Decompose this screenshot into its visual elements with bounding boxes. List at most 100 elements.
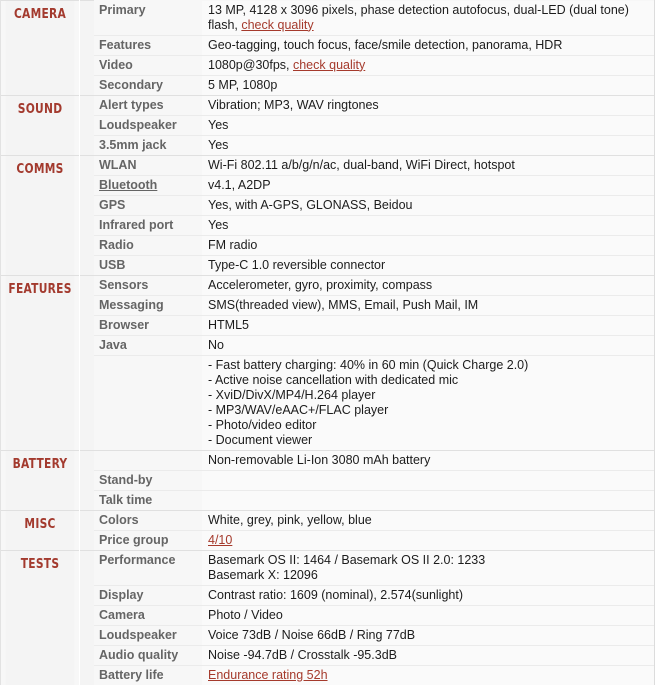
spec-value-link[interactable]: 4/10: [208, 533, 232, 547]
table-row: TESTS Performance Basemark OS II: 1464 / B…: [1, 549, 654, 685]
category-gutter: [79, 94, 94, 155]
spec-value: [202, 469, 654, 490]
spec-value-text: Yes: [208, 117, 229, 132]
table-row: Secondary 5 MP, 1080p: [1, 74, 654, 95]
category-gutter: [79, 154, 94, 275]
spec-value: [202, 489, 654, 510]
spec-value-text: Yes, with A-GPS, GLONASS, Beidou: [208, 197, 413, 212]
spec-name: Audio quality: [94, 644, 202, 665]
spec-name: Colors: [94, 509, 202, 530]
table-row: CAMERA Primary 13 MP, 4128 x 3096 pixels, …: [1, 0, 654, 95]
spec-value: v4.1, A2DP: [202, 174, 654, 195]
spec-value-empty: [208, 473, 211, 487]
table-row: Display Contrast ratio: 1609 (nominal), 2…: [1, 584, 654, 605]
spec-value-link[interactable]: Endurance rating 52h: [208, 668, 328, 682]
table-row: Price group 4/10: [1, 529, 654, 550]
spec-sheet: CAMERA Primary 13 MP, 4128 x 3096 pixels, …: [0, 0, 655, 685]
spec-name: Performance: [94, 549, 202, 585]
table-row: Loudspeaker Voice 73dB / Noise 66dB / Rin…: [1, 624, 654, 645]
spec-value-link[interactable]: check quality: [293, 58, 365, 72]
spec-value: Voice 73dB / Noise 66dB / Ring 77dB: [202, 624, 654, 645]
spec-name: Secondary: [94, 74, 202, 95]
spec-name: Java: [94, 334, 202, 355]
category-gutter: [79, 549, 94, 685]
spec-name: GPS: [94, 194, 202, 215]
spec-name-link[interactable]: Bluetooth: [99, 178, 157, 192]
spec-name: Messaging: [94, 294, 202, 315]
category-label-misc: MISC: [5, 509, 76, 550]
spec-value: FM radio: [202, 234, 654, 255]
table-row: GPS Yes, with A-GPS, GLONASS, Beidou: [1, 194, 654, 215]
table-row: COMMS WLAN Wi-Fi 802.11 a/b/g/n/ac, dual-b…: [1, 154, 654, 275]
spec-name: Price group: [94, 529, 202, 550]
spec-name: 3.5mm jack: [94, 134, 202, 155]
spec-value-link[interactable]: check quality: [241, 18, 313, 32]
spec-name: [94, 449, 202, 470]
table-row: MISC Colors White, grey, pink, yellow, blu…: [1, 509, 654, 550]
spec-value-text: Type-C 1.0 reversible connector: [208, 257, 386, 272]
spec-value: 1080p@30fps, check quality: [202, 54, 654, 75]
spec-value-text: Noise -94.7dB / Crosstalk -95.3dB: [208, 647, 397, 662]
table-row: BATTERY Non-removable Li-Ion 3080 mAh bat…: [1, 449, 654, 510]
spec-value: Yes, with A-GPS, GLONASS, Beidou: [202, 194, 654, 215]
spec-value: SMS(threaded view), MMS, Email, Push Mai…: [202, 294, 654, 315]
table-row: Messaging SMS(threaded view), MMS, Email,…: [1, 294, 654, 315]
table-row: USB Type-C 1.0 reversible connector: [1, 254, 654, 275]
spec-value-text: FM radio: [208, 237, 258, 252]
spec-value-text: Vibration; MP3, WAV ringtones: [208, 97, 379, 112]
spec-name: Loudspeaker: [94, 114, 202, 135]
spec-name: Features: [94, 34, 202, 55]
table-row: Camera Photo / Video: [1, 604, 654, 625]
spec-name: Sensors: [94, 274, 202, 295]
spec-name: Battery life: [94, 664, 202, 685]
spec-value: 5 MP, 1080p: [202, 74, 654, 95]
table-row: Audio quality Noise -94.7dB / Crosstalk -…: [1, 644, 654, 665]
category-label-comms: COMMS: [5, 154, 76, 275]
table-row: SOUND Alert types Vibration; MP3, WAV ring…: [1, 94, 654, 155]
spec-value-empty: [208, 493, 211, 507]
spec-name: [94, 354, 202, 450]
specifications-table: CAMERA Primary 13 MP, 4128 x 3096 pixels, …: [1, 0, 654, 685]
category-label-camera: CAMERA: [5, 0, 76, 95]
spec-value: Contrast ratio: 1609 (nominal), 2.574(su…: [202, 584, 654, 605]
spec-value-text: 1080p@30fps,: [208, 57, 293, 72]
spec-value-text: Accelerometer, gyro, proximity, compass: [208, 277, 433, 292]
table-row: Loudspeaker Yes: [1, 114, 654, 135]
spec-name: Display: [94, 584, 202, 605]
spec-name: WLAN: [94, 154, 202, 175]
spec-name[interactable]: Bluetooth: [94, 174, 202, 195]
spec-name: Stand-by: [94, 469, 202, 490]
spec-value-text: 5 MP, 1080p: [208, 77, 278, 92]
spec-value: 13 MP, 4128 x 3096 pixels, phase detecti…: [202, 0, 654, 35]
spec-name: Primary: [94, 0, 202, 35]
category-label-tests: TESTS: [5, 549, 76, 685]
spec-value: Yes: [202, 214, 654, 235]
table-row: Features Geo-tagging, touch focus, face/s…: [1, 34, 654, 55]
spec-name: Loudspeaker: [94, 624, 202, 645]
table-row: Infrared port Yes: [1, 214, 654, 235]
spec-value: Vibration; MP3, WAV ringtones: [202, 94, 654, 115]
spec-value-text: White, grey, pink, yellow, blue: [208, 512, 372, 527]
spec-value: Wi-Fi 802.11 a/b/g/n/ac, dual-band, WiFi…: [202, 154, 654, 175]
spec-value-text: Photo / Video: [208, 607, 283, 622]
table-row: Radio FM radio: [1, 234, 654, 255]
spec-name: Camera: [94, 604, 202, 625]
table-row: Battery life Endurance rating 52h: [1, 664, 654, 685]
spec-value: Type-C 1.0 reversible connector: [202, 254, 654, 275]
spec-value: Accelerometer, gyro, proximity, compass: [202, 274, 654, 295]
spec-value-text: SMS(threaded view), MMS, Email, Push Mai…: [208, 297, 479, 312]
spec-value: Noise -94.7dB / Crosstalk -95.3dB: [202, 644, 654, 665]
table-row: Bluetooth v4.1, A2DP: [1, 174, 654, 195]
spec-value: Yes: [202, 134, 654, 155]
category-gutter: [79, 509, 94, 550]
spec-value: Photo / Video: [202, 604, 654, 625]
table-row: Video 1080p@30fps, check quality: [1, 54, 654, 75]
spec-value-text: v4.1, A2DP: [208, 177, 271, 192]
spec-name: USB: [94, 254, 202, 275]
table-row: Browser HTML5: [1, 314, 654, 335]
spec-name: Video: [94, 54, 202, 75]
spec-name: Radio: [94, 234, 202, 255]
spec-value: Geo-tagging, touch focus, face/smile det…: [202, 34, 654, 55]
spec-name: Infrared port: [94, 214, 202, 235]
spec-value-text: Basemark OS II: 1464 / Basemark OS II 2.…: [208, 552, 486, 582]
